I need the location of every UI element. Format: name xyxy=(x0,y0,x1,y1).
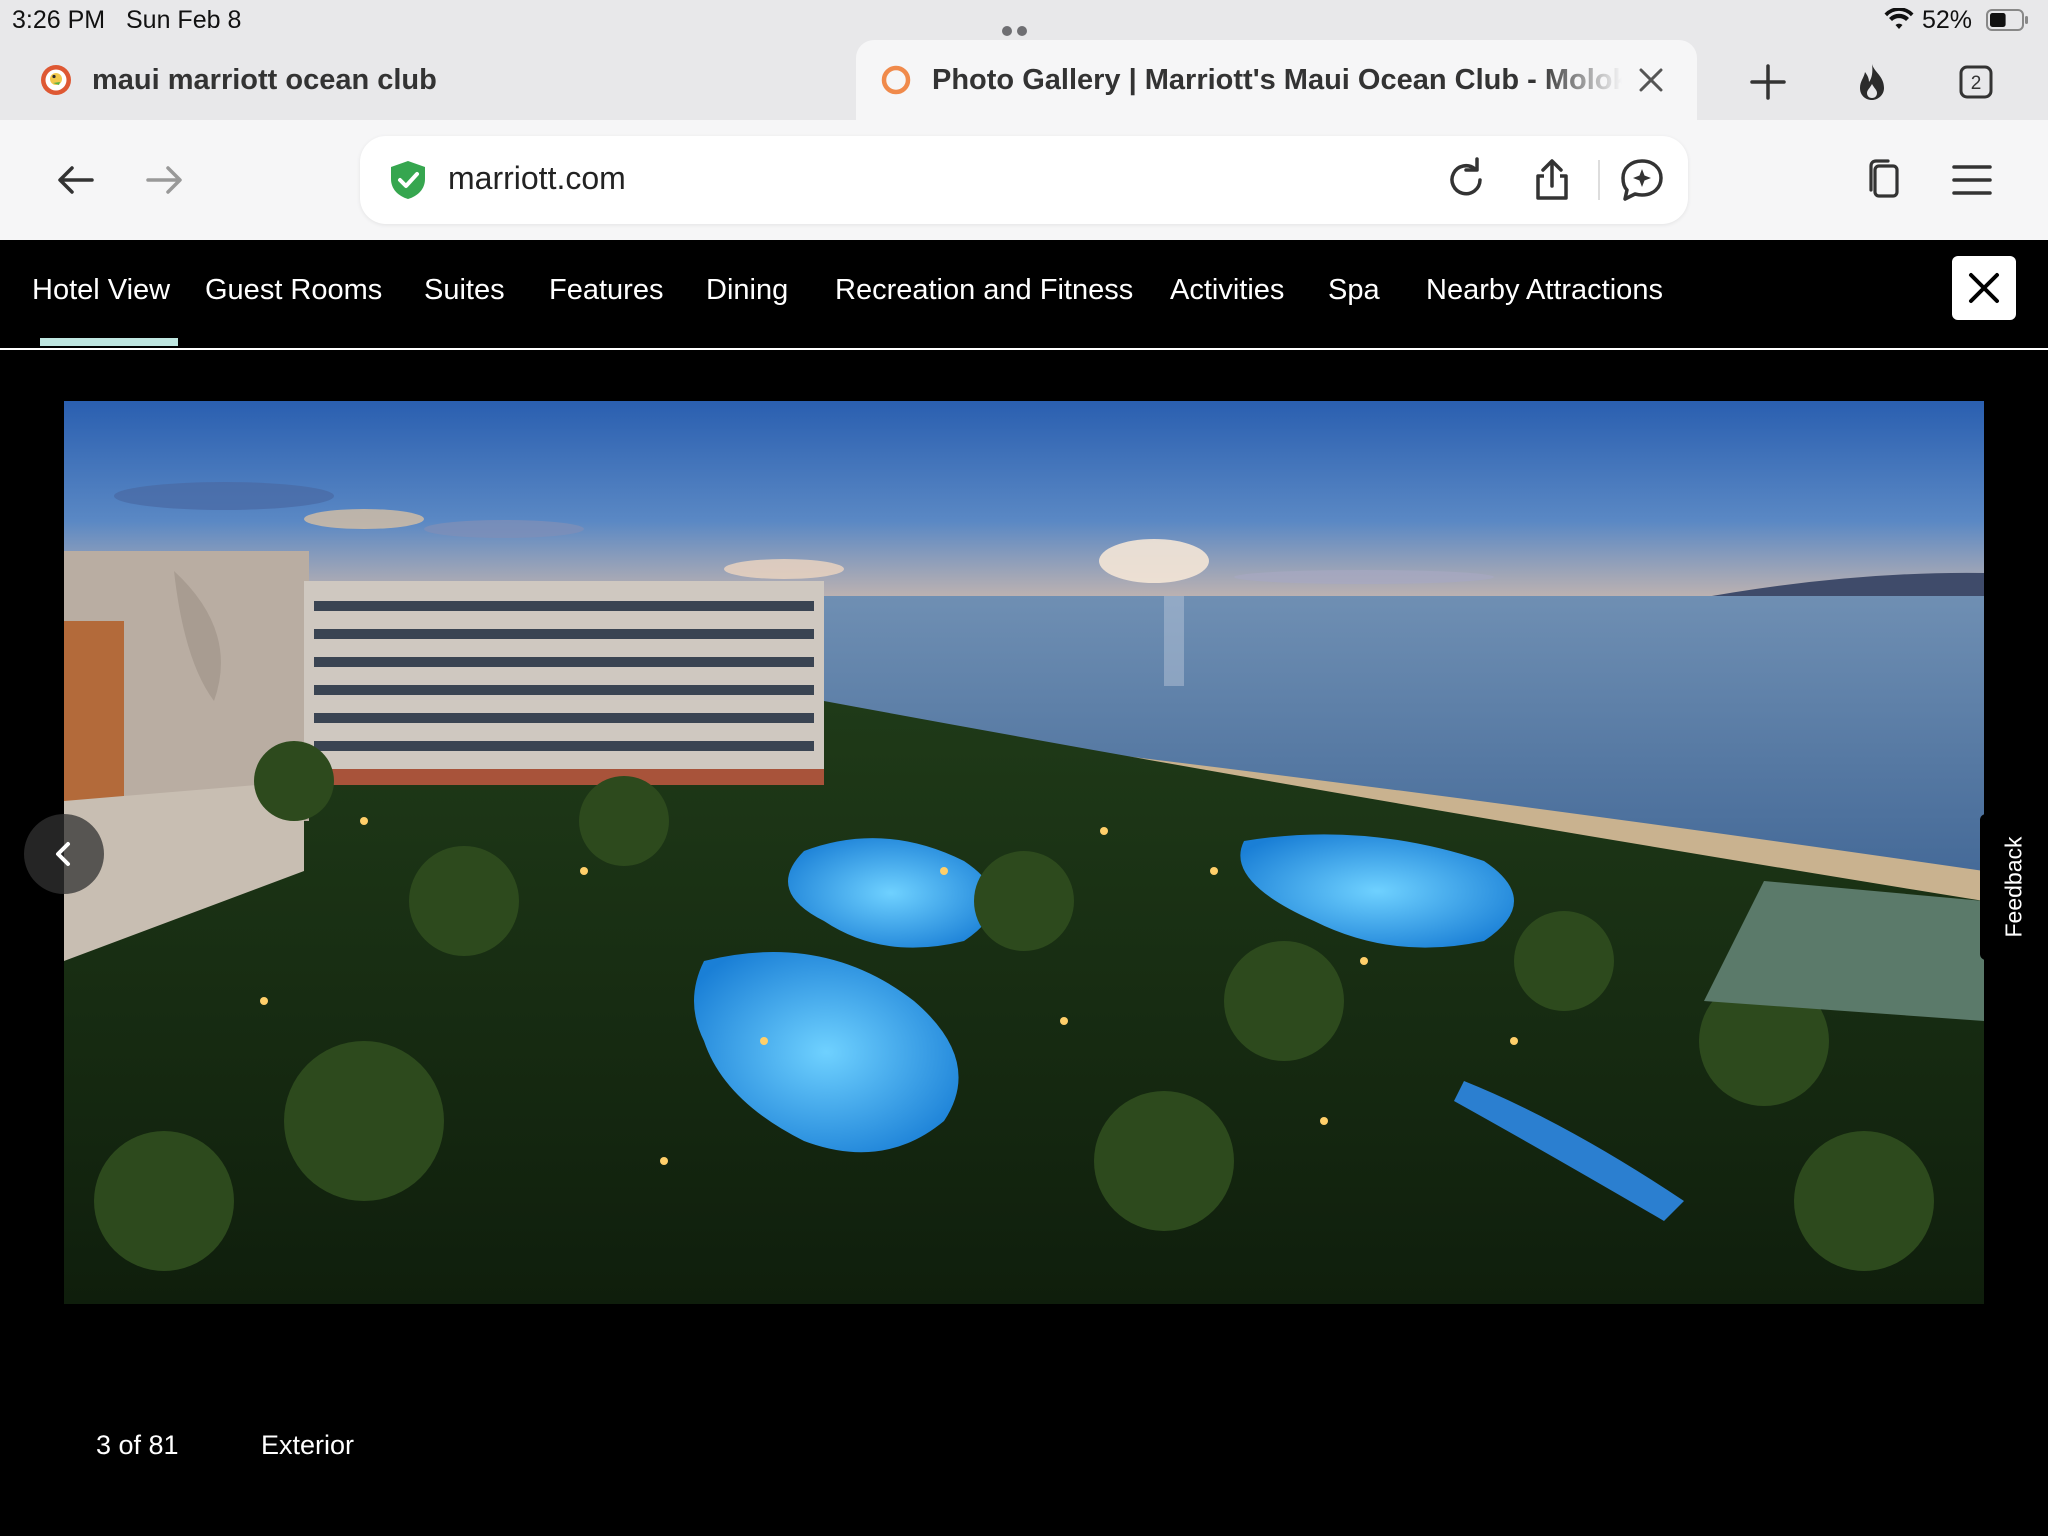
address-bar[interactable]: marriott.com xyxy=(360,136,1688,224)
menu-icon[interactable] xyxy=(1948,156,1996,204)
browser-tab[interactable]: maui marriott ocean club xyxy=(0,40,855,120)
copy-icon[interactable] xyxy=(1860,156,1908,204)
close-icon xyxy=(1969,273,1999,303)
gallery-tab-hotel-view[interactable]: Hotel View xyxy=(32,274,179,346)
wifi-icon xyxy=(1884,8,1914,29)
back-icon[interactable] xyxy=(52,156,100,204)
battery-percent: 52% xyxy=(1922,6,1973,34)
battery-icon xyxy=(1986,9,2028,31)
new-tab-icon[interactable] xyxy=(1746,60,1790,104)
photo-counter: 3 of 81 xyxy=(96,1430,179,1460)
gallery-tab-activities[interactable]: Activities xyxy=(1170,274,1284,307)
close-tab-icon[interactable] xyxy=(1635,64,1667,96)
status-bar: 3:26 PM Sun Feb 8 52% xyxy=(0,0,2048,65)
status-time: 3:26 PM xyxy=(12,6,106,34)
reload-icon[interactable] xyxy=(1442,156,1490,204)
photo-category: Exterior xyxy=(261,1430,355,1460)
feedback-label: Feedback xyxy=(2000,836,2027,938)
browser-tab-active[interactable]: Photo Gallery | Marriott's Maui Ocean Cl… xyxy=(856,40,1697,120)
gallery-tab-recreation[interactable]: Recreation and Fitness xyxy=(835,274,1133,307)
resort-aerial-photo xyxy=(64,401,1984,1304)
chevron-left-icon xyxy=(56,842,70,866)
gallery-tab-spa[interactable]: Spa xyxy=(1328,274,1380,307)
tab-count: 2 xyxy=(1971,73,1982,94)
tab-title: Photo Gallery | Marriott's Maui Ocean Cl… xyxy=(932,63,1622,96)
feedback-button[interactable]: Feedback xyxy=(1980,814,2048,960)
share-icon[interactable] xyxy=(1528,156,1576,204)
gallery-tab-guest-rooms[interactable]: Guest Rooms xyxy=(205,274,382,307)
shield-icon[interactable] xyxy=(386,158,430,202)
url-text[interactable]: marriott.com xyxy=(448,160,626,197)
fire-icon[interactable] xyxy=(1850,60,1894,104)
marriott-favicon-icon xyxy=(881,65,911,95)
status-date: Sun Feb 8 xyxy=(126,6,242,34)
tab-count-icon[interactable]: 2 xyxy=(1954,60,1998,104)
ai-chat-icon[interactable] xyxy=(1618,156,1666,204)
gallery-photo xyxy=(64,401,1984,1304)
divider xyxy=(1598,160,1600,200)
navigation-bar: marriott.com xyxy=(0,120,2048,240)
duckduckgo-icon xyxy=(41,65,71,95)
tab-title: maui marriott ocean club xyxy=(92,63,437,96)
multitask-dots-icon[interactable] xyxy=(1002,14,1046,65)
gallery-category-nav: Hotel View Guest Rooms Suites Features D… xyxy=(0,240,2048,350)
gallery-tab-nearby[interactable]: Nearby Attractions xyxy=(1426,274,1663,307)
previous-photo-button[interactable] xyxy=(24,814,104,894)
gallery-tab-features[interactable]: Features xyxy=(549,274,663,307)
tab-bar: maui marriott ocean club Photo Gallery |… xyxy=(0,40,2048,120)
gallery-tab-dining[interactable]: Dining xyxy=(706,274,788,307)
gallery-tab-suites[interactable]: Suites xyxy=(424,274,505,307)
close-gallery-button[interactable] xyxy=(1952,256,2016,320)
forward-icon[interactable] xyxy=(140,156,188,204)
